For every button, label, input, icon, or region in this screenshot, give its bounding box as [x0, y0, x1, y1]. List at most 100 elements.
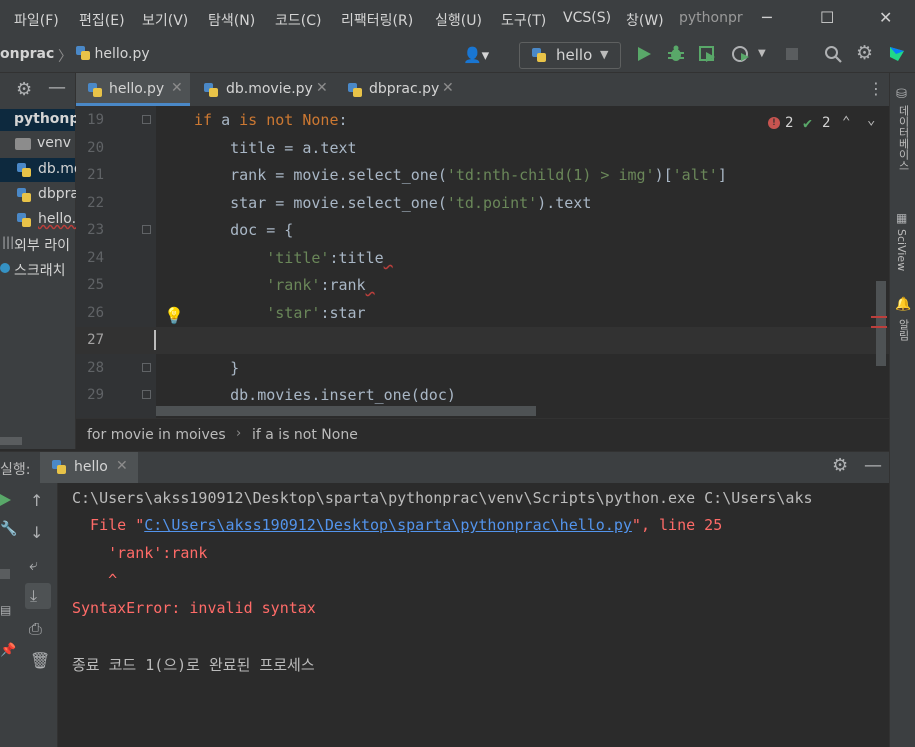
- rerun-icon[interactable]: [0, 493, 12, 507]
- close-tab-icon[interactable]: ✕: [116, 458, 128, 474]
- fold-marker-icon[interactable]: [142, 363, 151, 372]
- navigation-bar: onprac 〉 hello.py 👤▾: [0, 38, 915, 73]
- line-number: 26: [87, 305, 104, 321]
- close-tab-icon[interactable]: ✕: [171, 80, 183, 96]
- profile-icon[interactable]: [731, 45, 751, 63]
- code-line-22: star = movie.select_one('td.point').text: [194, 194, 592, 212]
- next-highlight-icon[interactable]: ⌄: [867, 112, 875, 128]
- menu-refactor[interactable]: 리팩터링(R): [341, 10, 413, 30]
- trash-icon[interactable]: 🗑: [30, 651, 50, 670]
- horizontal-scrollbar[interactable]: [156, 406, 536, 416]
- jetbrains-toolbox-icon[interactable]: [888, 45, 906, 63]
- hide-panel-icon[interactable]: —: [864, 455, 882, 476]
- gear-icon[interactable]: ⚙: [856, 42, 873, 64]
- line-number: 25: [87, 277, 104, 293]
- scroll-to-end-toggle[interactable]: [25, 583, 51, 609]
- wrench-icon[interactable]: 🔧: [0, 521, 17, 537]
- close-icon[interactable]: ✕: [879, 8, 892, 27]
- line-number: 24: [87, 250, 104, 266]
- notifications-bell-icon[interactable]: 🔔: [895, 297, 911, 312]
- breadcrumb-project[interactable]: onprac: [0, 46, 54, 62]
- python-file-icon: [17, 213, 31, 227]
- maximize-icon[interactable]: ☐: [820, 8, 834, 27]
- menu-vcs[interactable]: VCS(S): [563, 10, 611, 26]
- tree-hello[interactable]: hello.: [38, 211, 76, 227]
- user-icon[interactable]: 👤▾: [463, 46, 489, 64]
- layout-icon[interactable]: ▤: [0, 603, 11, 617]
- close-tab-icon[interactable]: ✕: [442, 80, 454, 96]
- traceback-file-link[interactable]: C:\Users\akss190912\Desktop\sparta\pytho…: [144, 516, 632, 534]
- coverage-icon[interactable]: [699, 45, 717, 63]
- horizontal-scrollbar[interactable]: [0, 437, 22, 445]
- error-stripe-marker[interactable]: [871, 316, 887, 318]
- tree-dbprac[interactable]: dbpra: [38, 186, 79, 202]
- close-tab-icon[interactable]: ✕: [316, 80, 328, 96]
- python-file-icon: [348, 83, 362, 97]
- debug-icon[interactable]: [667, 45, 685, 63]
- python-file-icon: [17, 188, 31, 202]
- tree-external-libraries[interactable]: 외부 라이: [14, 235, 70, 255]
- traceback-suffix: ", line 25: [631, 516, 723, 534]
- breadcrumb-file[interactable]: hello.py: [76, 46, 150, 62]
- line-number: 21: [87, 167, 104, 183]
- menu-navigate[interactable]: 탐색(N): [208, 10, 255, 30]
- more-run-chevron-icon[interactable]: ▼: [758, 48, 766, 59]
- search-icon[interactable]: [824, 45, 842, 63]
- tree-scratches[interactable]: 스크래치: [14, 260, 66, 280]
- more-tabs-icon[interactable]: ⋮: [868, 79, 884, 98]
- breadcrumb-for-loop[interactable]: for movie in moives: [87, 427, 226, 443]
- menu-run[interactable]: 실행(U): [435, 10, 482, 30]
- error-icon[interactable]: !: [768, 117, 780, 129]
- warning-check-icon[interactable]: ✔: [803, 114, 812, 132]
- vertical-scrollbar[interactable]: [876, 281, 886, 366]
- menu-view[interactable]: 보기(V): [142, 10, 188, 30]
- menu-window[interactable]: 창(W): [626, 10, 664, 30]
- notifications-tool-label[interactable]: 알림: [895, 319, 911, 341]
- error-count[interactable]: 2: [785, 115, 793, 131]
- database-icon[interactable]: ⛁: [896, 87, 907, 102]
- scroll-to-end-icon[interactable]: ⤓: [30, 586, 37, 606]
- print-icon[interactable]: ⎙: [29, 619, 42, 639]
- run-icon[interactable]: [636, 46, 652, 62]
- code-line-25: 'rank':rank: [266, 276, 366, 294]
- fold-marker-icon[interactable]: [142, 115, 151, 124]
- run-tab-hello[interactable]: hello ✕: [40, 452, 138, 483]
- code-editor[interactable]: 19 20 21 22 23 24 25 26 27 28 29 💡 if a …: [76, 106, 889, 418]
- breadcrumb-if-statement[interactable]: if a is not None: [252, 427, 358, 443]
- sciview-tool-label[interactable]: SciView: [895, 229, 908, 271]
- tab-dbprac-py[interactable]: dbprac.py ✕: [338, 73, 458, 106]
- run-settings-gear-icon[interactable]: ⚙: [832, 455, 848, 476]
- pin-icon[interactable]: 📌: [0, 643, 16, 658]
- tree-venv[interactable]: venv: [37, 135, 71, 151]
- run-config-selector[interactable]: hello ▼: [519, 42, 621, 69]
- tab-db-movie-py[interactable]: db.movie.py ✕: [194, 73, 334, 106]
- menu-file[interactable]: 파일(F): [14, 10, 59, 30]
- stop-icon[interactable]: [0, 569, 10, 579]
- menu-tools[interactable]: 도구(T): [501, 10, 546, 30]
- tree-project-root[interactable]: pythonp: [14, 111, 79, 127]
- minimize-icon[interactable]: ─: [762, 8, 772, 27]
- tab-hello-py[interactable]: hello.py ✕: [76, 73, 190, 106]
- stop-icon[interactable]: [785, 47, 799, 61]
- fold-marker-icon[interactable]: [142, 390, 151, 399]
- arrow-down-icon[interactable]: ↓: [30, 523, 43, 542]
- lightbulb-icon[interactable]: 💡: [164, 306, 184, 325]
- menu-code[interactable]: 코드(C): [275, 10, 321, 30]
- run-panel-label: 실행:: [0, 462, 31, 478]
- hide-panel-icon[interactable]: —: [48, 77, 66, 98]
- sciview-icon[interactable]: ▦: [896, 211, 907, 225]
- soft-wrap-icon[interactable]: ⤶: [29, 555, 38, 575]
- previous-highlight-icon[interactable]: ⌃: [842, 114, 850, 130]
- menu-edit[interactable]: 편집(E): [79, 10, 125, 30]
- database-tool-label[interactable]: 데이터베이스: [895, 105, 911, 171]
- current-line-number: 27: [87, 332, 104, 348]
- run-toolbar: ↑ ↓ ⤶ ⤓ ⎙ 🗑: [20, 483, 58, 747]
- run-console[interactable]: C:\Users\akss190912\Desktop\sparta\pytho…: [58, 483, 889, 747]
- python-icon: [532, 48, 546, 62]
- current-line-highlight: [76, 327, 889, 354]
- fold-marker-icon[interactable]: [142, 225, 151, 234]
- warning-count[interactable]: 2: [822, 115, 830, 131]
- project-settings-gear-icon[interactable]: ⚙: [16, 79, 32, 100]
- error-stripe-marker[interactable]: [871, 326, 887, 328]
- arrow-up-icon[interactable]: ↑: [30, 491, 43, 510]
